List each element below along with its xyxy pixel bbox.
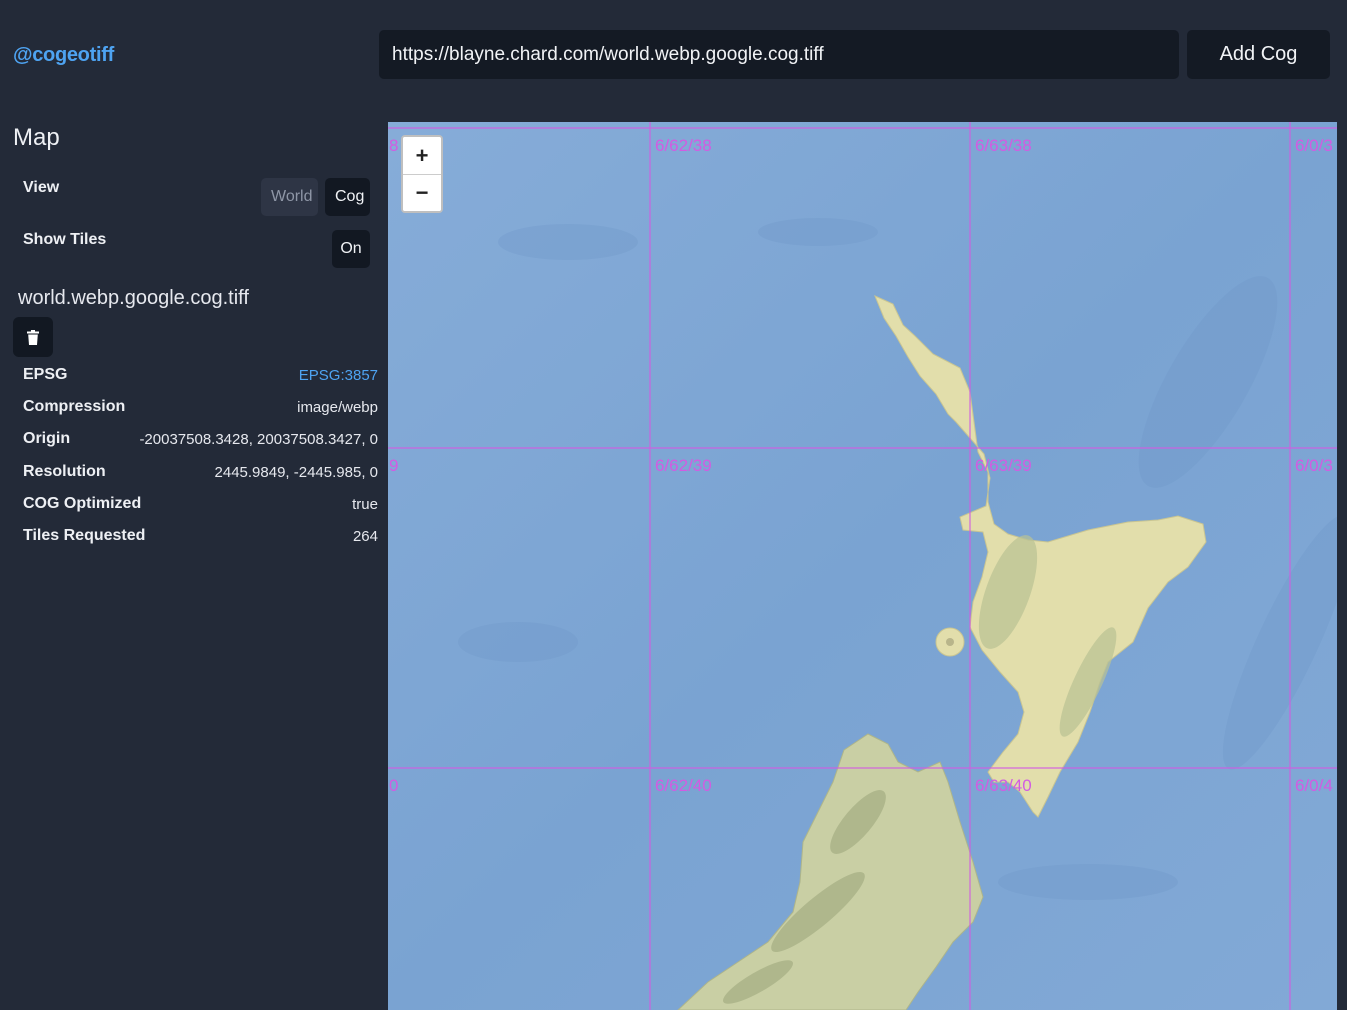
tile-label: 6/0/3 [1295, 456, 1333, 475]
map-basemap [388, 122, 1337, 1010]
map-view[interactable]: 8 6/62/38 6/63/38 6/0/3 9 6/62/39 6/63/3… [388, 122, 1337, 1010]
meta-value: 2445.9849, -2445.985, 0 [214, 464, 378, 481]
tile-label: 8 [389, 136, 399, 155]
zoom-control: + − [401, 135, 443, 213]
meta-value: -20037508.3428, 20037508.3427, 0 [139, 431, 378, 448]
meta-key: EPSG [23, 366, 68, 383]
delete-cog-button[interactable] [13, 317, 53, 357]
tile-label: 6/62/38 [655, 136, 712, 155]
tile-label: 6/62/39 [655, 456, 712, 475]
meta-value: 264 [352, 528, 378, 545]
meta-value: true [352, 496, 378, 513]
tile-label: 6/0/3 [1295, 136, 1333, 155]
meta-key: Origin [23, 430, 71, 447]
meta-key: Compression [23, 398, 126, 415]
tile-label: 6/62/40 [655, 776, 712, 795]
epsg-link[interactable]: EPSG:3857 [299, 367, 378, 384]
meta-row-compression: Compression image/webp [0, 398, 388, 426]
meta-key: COG Optimized [23, 495, 142, 512]
meta-row-tiles-requested: Tiles Requested 264 [0, 527, 388, 555]
zoom-out-button[interactable]: − [403, 174, 441, 211]
cog-file-name: world.webp.google.cog.tiff [18, 287, 249, 309]
view-label: View [23, 179, 60, 196]
tile-label: 9 [389, 456, 399, 475]
brand-link[interactable]: @cogeotiff [13, 44, 114, 67]
show-tiles-label: Show Tiles [23, 231, 107, 248]
view-cog-button[interactable]: Cog [325, 178, 370, 216]
tile-label: 6/0/4 [1295, 776, 1333, 795]
tile-label: 0 [389, 776, 399, 795]
cog-url-input[interactable] [379, 30, 1179, 79]
tile-label: 6/63/40 [975, 776, 1032, 795]
view-world-button[interactable]: World [261, 178, 318, 216]
meta-row-cog-optimized: COG Optimized true [0, 495, 388, 523]
show-tiles-toggle[interactable]: On [332, 230, 370, 268]
tile-label: 6/63/39 [975, 456, 1032, 475]
meta-row-resolution: Resolution 2445.9849, -2445.985, 0 [0, 463, 388, 491]
meta-key: Resolution [23, 463, 106, 480]
meta-row-origin: Origin -20037508.3428, 20037508.3427, 0 [0, 430, 388, 458]
zoom-in-button[interactable]: + [403, 137, 441, 174]
add-cog-button[interactable]: Add Cog [1187, 30, 1330, 79]
trash-icon [27, 329, 39, 345]
app-root: @cogeotiff Add Cog Map View World Cog Sh… [0, 0, 1347, 1010]
meta-key: Tiles Requested [23, 527, 146, 544]
meta-value: image/webp [297, 399, 378, 416]
meta-row-epsg: EPSG EPSG:3857 [0, 366, 388, 394]
tile-label: 6/63/38 [975, 136, 1032, 155]
section-title: Map [13, 124, 60, 151]
